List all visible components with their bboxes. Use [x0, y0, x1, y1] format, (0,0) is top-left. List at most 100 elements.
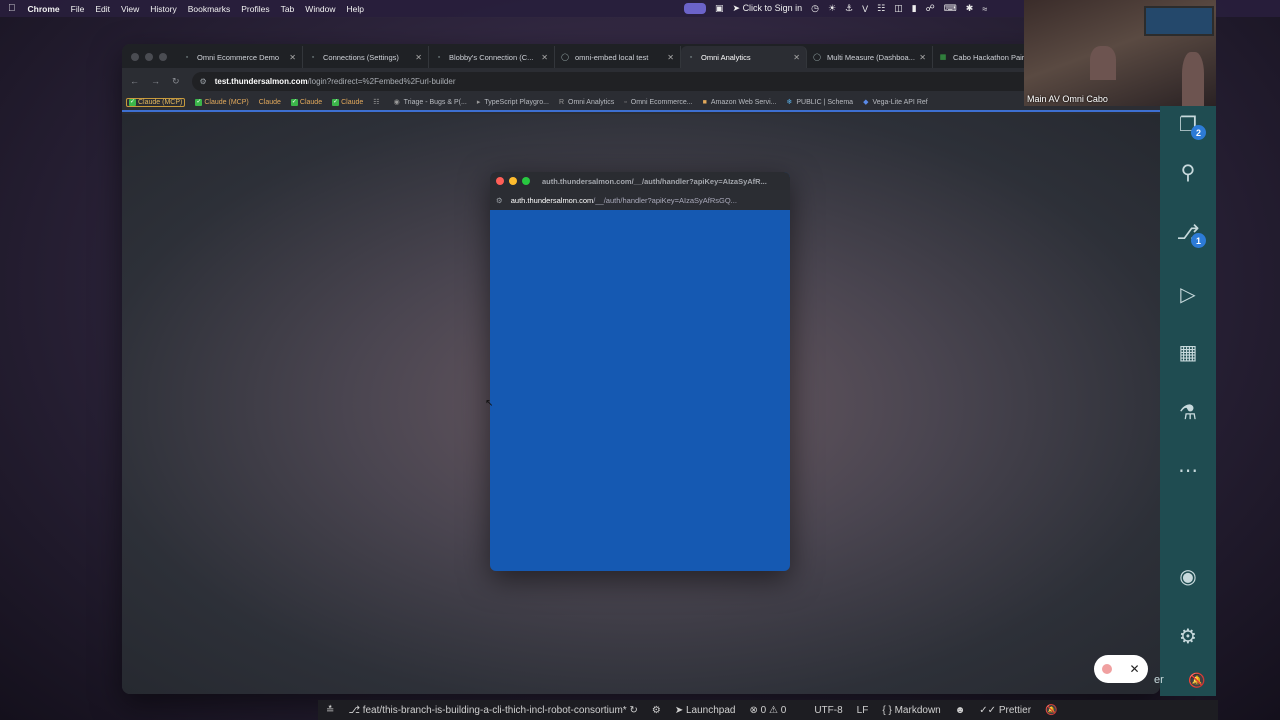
- tab-title: omni-embed local test: [575, 52, 649, 62]
- remote-icon[interactable]: ≛: [326, 705, 334, 716]
- source-control-icon[interactable]: ⎇ 1: [1174, 218, 1206, 248]
- bookmark-claude-2[interactable]: ✓ Claude: [290, 98, 323, 106]
- close-window-button[interactable]: [131, 53, 139, 61]
- tab-title: Omni Ecommerce Demo: [197, 52, 280, 62]
- grid-icon[interactable]: ☷: [877, 3, 885, 14]
- menu-file[interactable]: File: [71, 4, 85, 14]
- bluetooth-icon[interactable]: ✱: [966, 3, 974, 14]
- menu-help[interactable]: Help: [347, 4, 364, 14]
- close-tab-icon[interactable]: ✕: [667, 53, 674, 62]
- forward-icon[interactable]: →: [151, 76, 160, 86]
- testing-flask-icon[interactable]: ⚗: [1174, 398, 1202, 426]
- settings-gear-icon[interactable]: ⚙: [1174, 622, 1202, 650]
- explorer-icon[interactable]: ❐ 2: [1174, 110, 1206, 140]
- auth-popup-window[interactable]: auth.thundersalmon.com/__/auth/handler?a…: [490, 172, 790, 571]
- wifi-icon[interactable]: ≈: [982, 4, 987, 14]
- bookmark-omni-analytics[interactable]: R Omni Analytics: [559, 99, 614, 106]
- clock-icon[interactable]: ◷: [811, 3, 819, 14]
- search-icon[interactable]: ⚲: [1174, 158, 1202, 186]
- sync-icon[interactable]: ⚙: [652, 705, 661, 716]
- omni-favicon-icon: R: [558, 98, 564, 106]
- bookmark-vega-lite[interactable]: ◆ Vega-Lite API Ref: [863, 98, 928, 107]
- close-tab-icon[interactable]: ✕: [289, 53, 296, 62]
- problems-indicator[interactable]: ⊗ 0 ⚠ 0: [750, 705, 787, 716]
- bookmark-label: Claude: [299, 98, 323, 106]
- close-tab-icon[interactable]: ✕: [415, 53, 422, 62]
- record-icon[interactable]: [1102, 664, 1113, 674]
- run-debug-icon[interactable]: ▷: [1174, 280, 1202, 308]
- site-settings-icon[interactable]: ⚙: [200, 77, 207, 86]
- menu-tab[interactable]: Tab: [281, 4, 295, 14]
- reload-icon[interactable]: ↻: [172, 76, 180, 87]
- close-tab-icon[interactable]: ✕: [793, 53, 800, 62]
- bookmark-typescript[interactable]: ▸ TypeScript Playgro...: [477, 98, 549, 107]
- branch-indicator[interactable]: ⎇ feat/this-branch-is-building-a-cli-thi…: [348, 705, 637, 716]
- popup-close-button[interactable]: [496, 177, 504, 185]
- menu-edit[interactable]: Edit: [95, 4, 110, 14]
- menu-window[interactable]: Window: [305, 4, 335, 14]
- tab-blobby-connection[interactable]: ▫ Blobby's Connection (C... ✕: [429, 46, 555, 68]
- bookmark-claude[interactable]: Claude: [259, 99, 281, 106]
- screen-share-icon[interactable]: [684, 3, 706, 14]
- extensions-icon[interactable]: ▦: [1174, 338, 1202, 366]
- vercel-icon[interactable]: V: [862, 4, 868, 14]
- bookmark-public-schema[interactable]: ❄ PUBLIC | Schema: [787, 98, 854, 107]
- sign-in-link[interactable]: ➤ Click to Sign in: [733, 3, 803, 14]
- sun-icon[interactable]: ☀: [828, 3, 836, 14]
- popup-maximize-button[interactable]: [522, 177, 530, 185]
- popup-url-bar[interactable]: ⚙ auth.thundersalmon.com/__/auth/handler…: [490, 190, 790, 210]
- copilot-icon[interactable]: ☻: [955, 705, 966, 716]
- recording-toast[interactable]: ✕: [1094, 655, 1148, 683]
- popup-url-path: /__/auth/handler?apiKey=AIzaSyAfRsGQ...: [593, 195, 737, 205]
- notifications-muted-icon[interactable]: 🔕: [1188, 672, 1205, 689]
- webcam-person: [1182, 52, 1204, 106]
- omni-favicon-icon: ▫: [624, 98, 627, 106]
- bookmark-claude-3[interactable]: ✓ Claude: [332, 98, 363, 106]
- apple-icon[interactable]: : [8, 3, 16, 14]
- close-tab-icon[interactable]: ✕: [541, 53, 548, 62]
- menu-profiles[interactable]: Profiles: [241, 4, 269, 14]
- eol-indicator[interactable]: LF: [857, 705, 869, 716]
- bookmark-claude-mcp-2[interactable]: ✓ Claude (MCP): [195, 98, 249, 106]
- link-icon[interactable]: ☍: [926, 3, 935, 14]
- bookmark-apps[interactable]: ☷: [373, 98, 383, 106]
- display-icon[interactable]: ◫: [894, 3, 903, 14]
- battery-icon[interactable]: ▮: [912, 3, 917, 14]
- zoom-icon[interactable]: ▣: [715, 3, 724, 14]
- tab-strip: ▫ Omni Ecommerce Demo ✕ ▫ Connections (S…: [122, 44, 1160, 68]
- vscode-status-bar: ≛ ⎇ feat/this-branch-is-building-a-cli-t…: [318, 700, 1218, 720]
- tab-omni-ecommerce[interactable]: ▫ Omni Ecommerce Demo ✕: [177, 46, 303, 68]
- prettier-indicator[interactable]: ✓✓ Prettier: [979, 705, 1031, 716]
- tab-multi-measure[interactable]: ◯ Multi Measure (Dashboa... ✕: [807, 46, 933, 68]
- maximize-window-button[interactable]: [159, 53, 167, 61]
- close-tab-icon[interactable]: ✕: [919, 53, 926, 62]
- minimize-window-button[interactable]: [145, 53, 153, 61]
- tab-omni-analytics[interactable]: ▫ Omni Analytics ✕: [681, 46, 807, 68]
- sign-in-label: Click to Sign in: [742, 3, 803, 13]
- popup-minimize-button[interactable]: [509, 177, 517, 185]
- bookmark-claude-mcp[interactable]: ✓ Claude (MCP): [126, 97, 186, 107]
- launchpad-button[interactable]: ➤ Launchpad: [675, 705, 736, 716]
- language-mode[interactable]: { } Markdown: [882, 705, 940, 716]
- more-icon[interactable]: ⋯: [1174, 456, 1202, 484]
- globe-icon: ◯: [813, 54, 821, 61]
- keyboard-icon[interactable]: ⌨: [944, 3, 957, 14]
- account-icon[interactable]: ◉: [1174, 562, 1202, 590]
- site-settings-icon[interactable]: ⚙: [496, 196, 503, 205]
- menu-view[interactable]: View: [121, 4, 139, 14]
- bookmark-aws[interactable]: ■ Amazon Web Servi...: [703, 99, 777, 106]
- docker-icon[interactable]: ⚓: [845, 3, 853, 14]
- bookmark-omni-ecommerce[interactable]: ▫ Omni Ecommerce...: [624, 99, 692, 106]
- omnibox-input[interactable]: ⚙ test.thundersalmon.com/login?redirect=…: [191, 71, 1088, 91]
- menu-history[interactable]: History: [150, 4, 176, 14]
- menu-chrome[interactable]: Chrome: [28, 4, 60, 14]
- bookmark-triage[interactable]: ◉ Triage - Bugs & P(...: [394, 98, 467, 107]
- notifications-bell-icon[interactable]: 🔕: [1045, 705, 1057, 716]
- encoding-indicator[interactable]: UTF-8: [814, 705, 842, 716]
- close-icon[interactable]: ✕: [1129, 662, 1139, 676]
- address-toolbar: ← → ↻ ⚙ test.thundersalmon.com/login?red…: [122, 68, 1160, 94]
- tab-omni-embed-local[interactable]: ◯ omni-embed local test ✕: [555, 46, 681, 68]
- tab-connections[interactable]: ▫ Connections (Settings) ✕: [303, 46, 429, 68]
- back-icon[interactable]: ←: [130, 76, 139, 86]
- menu-bookmarks[interactable]: Bookmarks: [188, 4, 231, 14]
